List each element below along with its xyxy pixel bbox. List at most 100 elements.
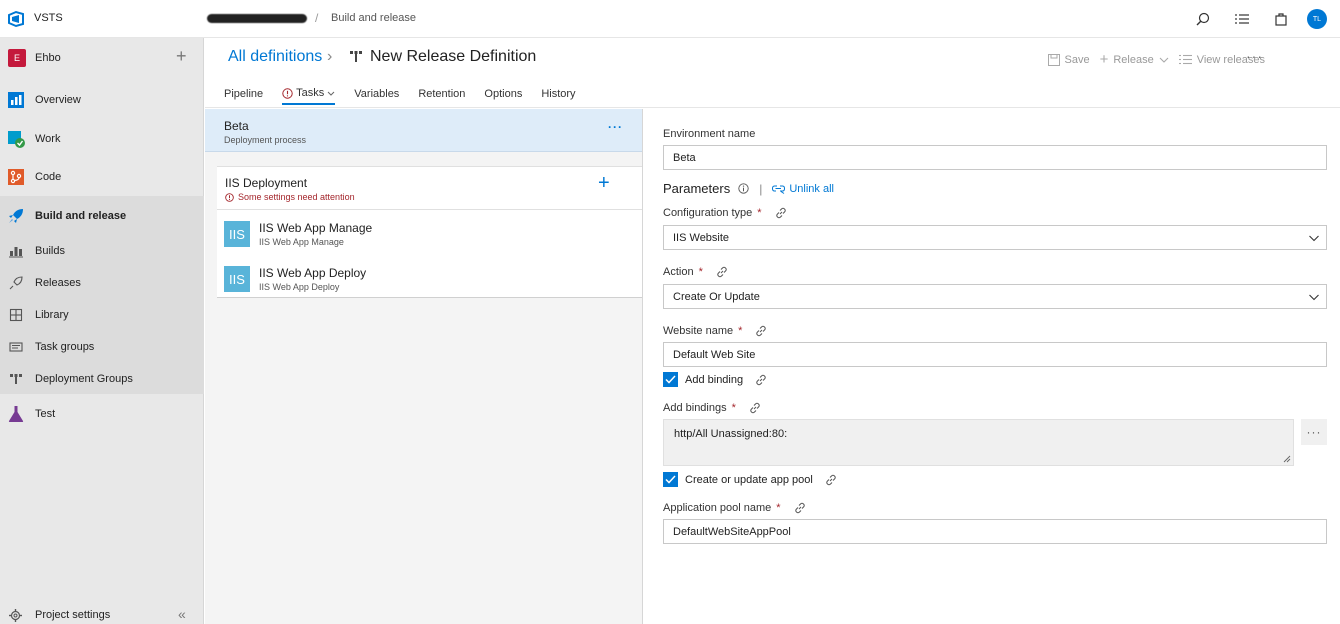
- warning-icon: [282, 87, 293, 99]
- sidebar-item-label: Overview: [35, 94, 81, 106]
- link-icon[interactable]: [755, 325, 767, 337]
- label-text: Configuration type: [663, 207, 753, 219]
- tab-retention[interactable]: Retention: [418, 85, 465, 103]
- info-icon[interactable]: [738, 183, 749, 194]
- task-iis-web-app-deploy[interactable]: IIS IIS Web App Deploy IIS Web App Deplo…: [217, 256, 642, 300]
- create-app-pool-checkbox[interactable]: [663, 472, 678, 487]
- create-app-pool-checkbox-row[interactable]: Create or update app pool: [663, 472, 837, 487]
- top-bar: VSTS / Build and release TL: [0, 0, 1340, 38]
- sidebar-item-deployment-groups[interactable]: Deployment Groups: [0, 363, 204, 395]
- iis-icon: IIS: [224, 266, 250, 292]
- breadcrumb-separator: /: [315, 11, 319, 25]
- phase-title[interactable]: IIS Deployment: [225, 176, 307, 190]
- add-binding-checkbox-row[interactable]: Add binding: [663, 372, 767, 387]
- link-icon[interactable]: [749, 402, 761, 414]
- link-icon[interactable]: [775, 207, 787, 219]
- required-mark: *: [757, 207, 762, 219]
- action-select[interactable]: Create Or Update: [663, 284, 1327, 309]
- link-icon[interactable]: [755, 374, 767, 386]
- top-bar-icons: TL: [1190, 0, 1340, 38]
- tab-tasks[interactable]: Tasks: [282, 85, 336, 105]
- work-icon: [7, 130, 25, 148]
- app-pool-name-label: Application pool name *: [663, 502, 806, 514]
- unlink-all-button[interactable]: Unlink all: [772, 183, 834, 195]
- link-icon[interactable]: [716, 266, 728, 278]
- sidebar-item-build-and-release[interactable]: Build and release: [0, 197, 204, 235]
- list-icon[interactable]: [1229, 6, 1255, 32]
- page-title[interactable]: New Release Definition: [370, 48, 536, 66]
- release-button[interactable]: + Release: [1100, 51, 1169, 68]
- avatar[interactable]: TL: [1307, 9, 1327, 29]
- separator: |: [759, 181, 763, 196]
- iis-icon: IIS: [224, 221, 250, 247]
- environment-more-button[interactable]: ···: [608, 120, 623, 134]
- checkbox-label: Create or update app pool: [685, 473, 813, 486]
- task-iis-web-app-manage[interactable]: IIS IIS Web App Manage IIS Web App Manag…: [217, 211, 642, 255]
- configuration-type-label: Configuration type *: [663, 207, 787, 219]
- sidebar-item-code[interactable]: Code: [0, 158, 204, 196]
- environment-card[interactable]: Beta Deployment process ···: [205, 109, 642, 152]
- tab-label: Options: [484, 88, 523, 100]
- chevron-down-icon: [1159, 57, 1169, 63]
- code-icon: [7, 168, 25, 186]
- website-name-label: Website name *: [663, 325, 767, 337]
- tab-variables[interactable]: Variables: [354, 85, 399, 103]
- save-icon: [1047, 53, 1060, 66]
- app-name[interactable]: VSTS: [34, 12, 63, 24]
- textarea-value: http/All Unassigned:80:: [674, 428, 788, 440]
- bindings-more-button[interactable]: ···: [1301, 419, 1327, 445]
- vsts-logo-icon[interactable]: [7, 10, 25, 28]
- add-project-button[interactable]: +: [176, 47, 187, 65]
- unlink-icon: [772, 185, 786, 194]
- add-bindings-textarea[interactable]: http/All Unassigned:80:: [663, 419, 1294, 466]
- more-actions-button[interactable]: ···: [1246, 48, 1263, 64]
- project-row[interactable]: E Ehbo +: [0, 38, 204, 78]
- parameters-label: Parameters: [663, 181, 731, 196]
- sidebar-item-test[interactable]: Test: [0, 395, 204, 433]
- release-definition-icon: [350, 51, 362, 62]
- required-mark: *: [776, 502, 781, 514]
- sidebar-item-work[interactable]: Work: [0, 120, 204, 158]
- required-mark: *: [698, 266, 703, 278]
- sidebar-item-releases[interactable]: Releases: [0, 267, 204, 299]
- task-groups-icon: [9, 340, 23, 354]
- chevron-right-icon: ›: [327, 48, 333, 65]
- organization-name-redacted: [207, 14, 307, 23]
- checkmark-icon: [665, 475, 676, 484]
- sidebar-item-label: Releases: [35, 277, 81, 289]
- project-name[interactable]: Ehbo: [35, 52, 61, 64]
- breadcrumb-current-page[interactable]: Build and release: [331, 12, 416, 24]
- sidebar-item-task-groups[interactable]: Task groups: [0, 331, 204, 363]
- link-icon[interactable]: [794, 502, 806, 514]
- save-button[interactable]: Save: [1047, 53, 1090, 66]
- warning-icon: [225, 192, 234, 202]
- parameters-header: Parameters | Unlink all: [663, 181, 834, 196]
- sidebar-item-overview[interactable]: Overview: [0, 81, 204, 119]
- search-icon[interactable]: [1190, 6, 1216, 32]
- tab-options[interactable]: Options: [484, 85, 522, 103]
- label-text: Add bindings: [663, 402, 727, 414]
- tab-label: History: [541, 88, 576, 100]
- action-label: Action *: [663, 266, 728, 278]
- website-name-field[interactable]: Default Web Site: [663, 342, 1327, 367]
- add-task-button[interactable]: +: [598, 173, 610, 193]
- app-pool-name-field[interactable]: DefaultWebSiteAppPool: [663, 519, 1327, 544]
- all-definitions-link[interactable]: All definitions: [228, 48, 322, 66]
- marketplace-icon[interactable]: [1268, 6, 1294, 32]
- overview-icon: [7, 91, 25, 109]
- collapse-sidebar-button[interactable]: «: [178, 606, 186, 622]
- tab-pipeline[interactable]: Pipeline: [224, 85, 263, 103]
- sidebar: E Ehbo + Overview Work Code Build and re…: [0, 38, 204, 624]
- configuration-type-select[interactable]: IIS Website: [663, 225, 1327, 250]
- tab-history[interactable]: History: [541, 85, 575, 103]
- resize-handle-icon[interactable]: [1283, 455, 1291, 463]
- sidebar-item-builds[interactable]: Builds: [0, 235, 204, 267]
- builds-icon: [9, 244, 23, 258]
- sidebar-item-library[interactable]: Library: [0, 299, 204, 331]
- project-settings[interactable]: Project settings «: [0, 600, 204, 624]
- environment-name-field[interactable]: Beta: [663, 145, 1327, 170]
- link-icon[interactable]: [825, 474, 837, 486]
- label-text: Action: [663, 266, 694, 278]
- add-binding-checkbox[interactable]: [663, 372, 678, 387]
- sidebar-item-label: Work: [35, 133, 61, 145]
